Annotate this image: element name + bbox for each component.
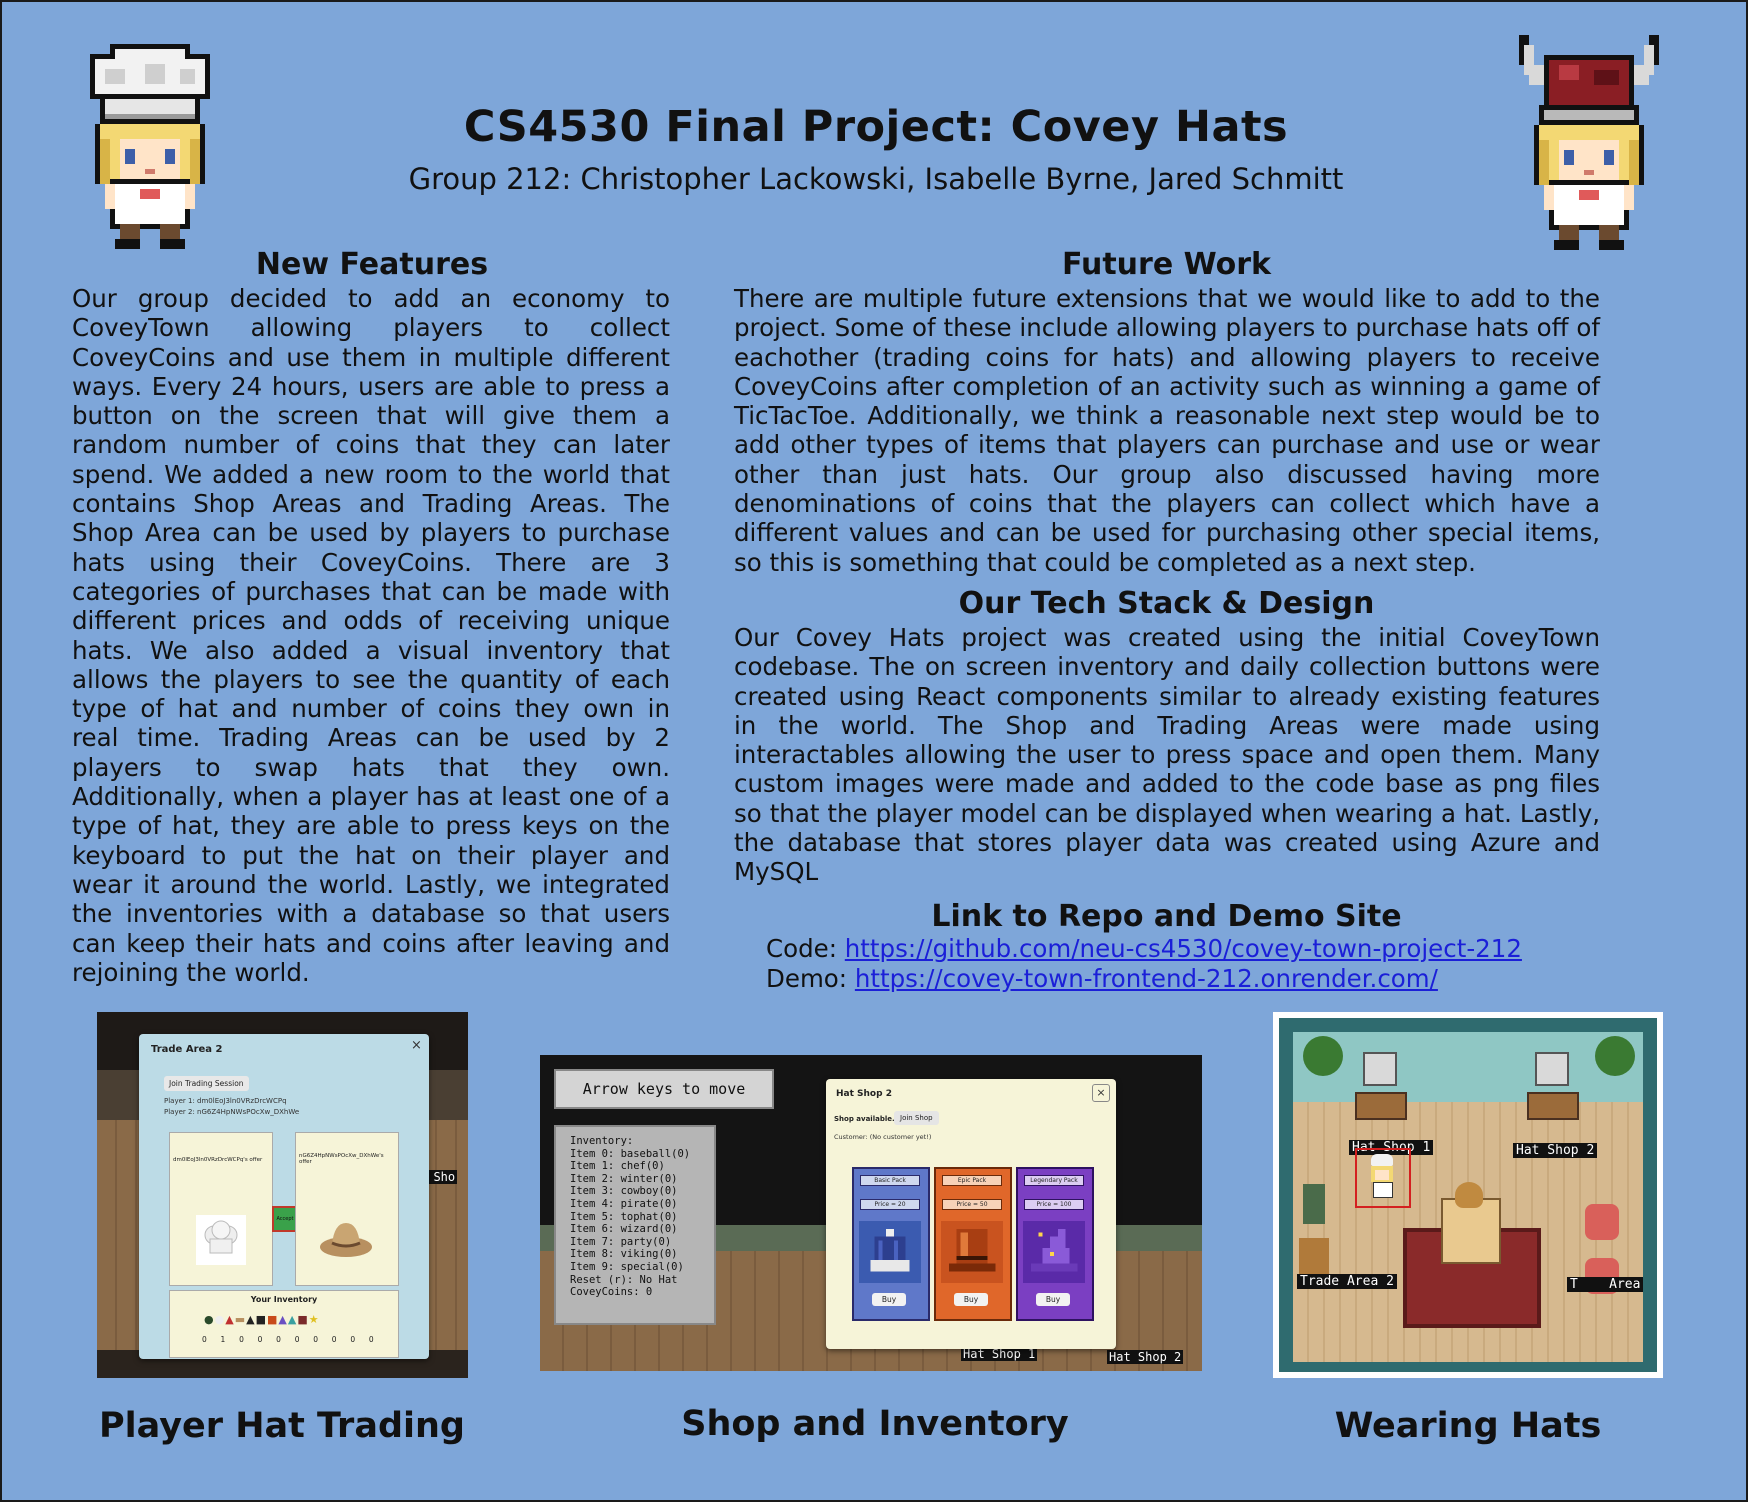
demo-link[interactable]: https://covey-town-frontend-212.onrender… [855, 964, 1438, 993]
your-inventory-title: Your Inventory [250, 1295, 318, 1304]
epic-pack-name: Epic Pack [942, 1175, 1002, 1186]
wear-shop2-label: Hat Shop 2 [1513, 1143, 1598, 1158]
future-work-body: There are multiple future extensions tha… [734, 284, 1600, 577]
legendary-pack-name: Legendary Pack [1024, 1175, 1084, 1186]
inventory-line: Reset (r): No Hat [570, 1273, 678, 1286]
inventory-line: Item 1: chef(0) [570, 1160, 665, 1173]
inventory-line: Item 6: wizard(0) [570, 1223, 678, 1236]
player-avatar [1355, 1148, 1411, 1208]
code-link[interactable]: https://github.com/neu-cs4530/covey-town… [845, 934, 1522, 963]
tech-stack-heading: Our Tech Stack & Design [958, 586, 1375, 621]
legendary-pack-price: Price = 100 [1024, 1199, 1084, 1210]
inventory-line: Item 9: special(0) [570, 1260, 684, 1273]
trade-player2: Player 2: nG6Z4HpNWsPOcXw_DXhWe [164, 1108, 300, 1116]
basic-pack-price: Price = 20 [860, 1199, 920, 1210]
inventory-line: Item 0: baseball(0) [570, 1147, 691, 1160]
inventory-line: Item 5: tophat(0) [570, 1210, 678, 1223]
demo-link-row: Demo: https://covey-town-frontend-212.on… [766, 964, 1438, 993]
basic-pack-buy-button[interactable]: Buy [872, 1293, 906, 1306]
armchair-icon [1585, 1204, 1619, 1240]
winter-hat-icon [859, 1221, 921, 1283]
chair-icon [1303, 1184, 1325, 1224]
inventory-line: Item 8: viking(0) [570, 1248, 678, 1261]
hat-shop-title: Hat Shop 2 [836, 1089, 892, 1099]
inventory-counts: 0 1 0 0 0 0 0 0 0 0 [202, 1335, 377, 1344]
shop1-label: Hat Shop 1 [961, 1347, 1038, 1361]
your-inventory-panel: Your Inventory ●●▲▬▲■■▲▲■★ 0 1 0 0 0 0 0… [169, 1290, 399, 1358]
basic-pack-name: Basic Pack [860, 1175, 920, 1186]
plant-icon [1595, 1036, 1635, 1076]
plant-icon [1303, 1036, 1343, 1076]
trophy-vase-icon [1455, 1182, 1483, 1208]
inventory-panel: Inventory: Item 0: baseball(0) Item 1: c… [554, 1125, 716, 1325]
caption-shop: Shop and Inventory [681, 1404, 1069, 1444]
tech-stack-body: Our Covey Hats project was created using… [734, 623, 1600, 887]
trade-player1: Player 1: dm0lEoJ3ln0VRzDrcWCPq [164, 1097, 287, 1105]
legendary-pack-card: Legendary Pack Price = 100 Buy [1016, 1167, 1094, 1321]
shop-screenshot: Arrow keys to move Inventory: Item 0: ba… [540, 1055, 1202, 1371]
epic-pack-card: Epic Pack Price = 50 Buy [934, 1167, 1012, 1321]
inventory-line: Item 3: cowboy(0) [570, 1185, 678, 1198]
trade-modal-title: Trade Area 2 [151, 1044, 223, 1055]
register-icon [1535, 1052, 1569, 1086]
wizard-hat-icon [1023, 1221, 1085, 1283]
register-icon [1363, 1052, 1397, 1086]
epic-pack-buy-button[interactable]: Buy [954, 1293, 988, 1306]
new-features-heading: New Features [255, 247, 489, 282]
legendary-pack-buy-button[interactable]: Buy [1036, 1293, 1070, 1306]
future-work-heading: Future Work [1061, 247, 1272, 282]
shop-close-button[interactable]: × [1092, 1084, 1110, 1102]
code-link-row: Code: https://github.com/neu-cs4530/cove… [766, 934, 1522, 963]
trade-modal: Trade Area 2 × Join Trading Session Play… [139, 1034, 429, 1359]
stool-icon [1299, 1238, 1329, 1274]
inventory-line: Item 4: pirate(0) [570, 1197, 678, 1210]
tophat-icon [941, 1221, 1003, 1283]
offer-box-2: nG6Z4HpNWsPOcXw_DXhWe's offer [295, 1132, 399, 1286]
wear-trade-right-label: T Area [1567, 1277, 1644, 1292]
join-shop-button[interactable]: Join Shop [894, 1111, 939, 1125]
join-trading-button[interactable]: Join Trading Session [164, 1076, 249, 1091]
shop-counter-icon [1527, 1092, 1579, 1120]
poster-title: CS4530 Final Project: Covey Hats [463, 102, 1289, 152]
poster: CS4530 Final Project: Covey Hats Group 2… [0, 0, 1748, 1502]
inventory-line: Item 7: party(0) [570, 1235, 672, 1248]
hat-shop-modal: Hat Shop 2 × Shop available. Join Shop C… [826, 1079, 1116, 1349]
shop2-label: Hat Shop 2 [1107, 1350, 1184, 1364]
inventory-line: Item 2: winter(0) [570, 1172, 678, 1185]
shop-available: Shop available. [834, 1115, 895, 1123]
poster-subtitle: Group 212: Christopher Lackowski, Isabel… [408, 162, 1344, 196]
new-features-body: Our group decided to add an economy to C… [72, 284, 670, 987]
links-heading: Link to Repo and Demo Site [931, 899, 1402, 934]
demo-label: Demo: [766, 964, 848, 993]
cowboy-hat-icon [320, 1223, 372, 1257]
offer1-label: dm0lEoJ3ln0VRzDrcWCPq's offer [173, 1157, 263, 1163]
code-label: Code: [766, 934, 837, 963]
offer2-label: nG6Z4HpNWsPOcXw_DXhWe's offer [299, 1153, 384, 1165]
epic-pack-price: Price = 50 [942, 1199, 1002, 1210]
wear-trade2-label: Trade Area 2 [1297, 1274, 1397, 1289]
inventory-line: CoveyCoins: 0 [570, 1286, 653, 1299]
caption-wearing: Wearing Hats [1334, 1406, 1602, 1446]
trade-close-button[interactable]: × [411, 1038, 422, 1053]
caption-trading: Player Hat Trading [99, 1406, 465, 1446]
shop-counter-icon [1355, 1092, 1407, 1120]
arrow-keys-hint: Arrow keys to move [554, 1069, 774, 1109]
wearing-screenshot: Hat Shop 1 Hat Shop 2 Trade Area 2 T Are… [1273, 1012, 1663, 1378]
offer-box-1: dm0lEoJ3ln0VRzDrcWCPq's offer [169, 1132, 273, 1286]
trading-screenshot: t Sho Trade Area 2 × Join Trading Sessio… [97, 1012, 468, 1378]
chef-hat-icon [196, 1215, 246, 1265]
shop-customer: Customer: (No customer yet!) [834, 1133, 932, 1141]
inventory-hat-icons: ●●▲▬▲■■▲▲■★ [204, 1313, 320, 1326]
basic-pack-card: Basic Pack Price = 20 Buy [852, 1167, 930, 1321]
inventory-line: Inventory: [570, 1135, 634, 1147]
